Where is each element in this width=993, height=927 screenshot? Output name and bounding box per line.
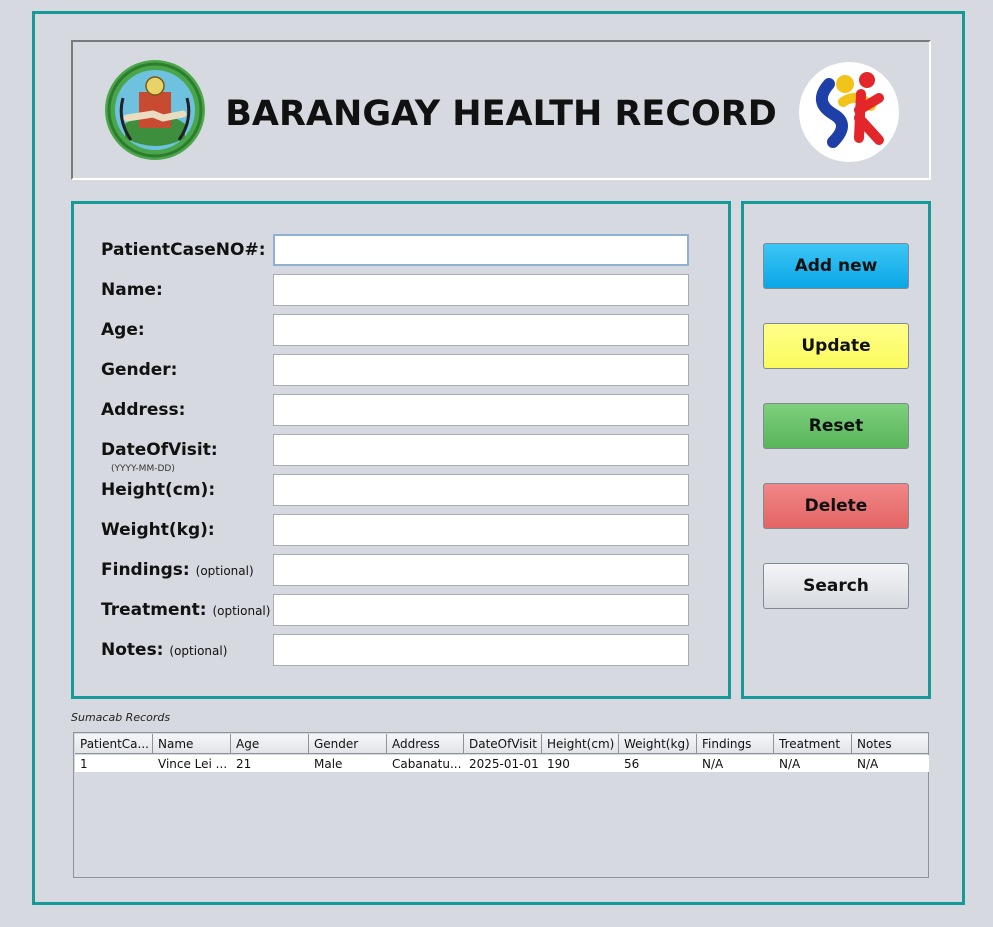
form-row-findings: Findings: (optional): [74, 554, 734, 588]
findings-input[interactable]: [273, 554, 689, 586]
table-cell: 190: [547, 757, 570, 771]
table-cell: 21: [236, 757, 252, 771]
form-row-height: Height(cm):: [74, 474, 734, 508]
form-row-address: Address:: [74, 394, 734, 428]
column-header-notes[interactable]: Notes: [852, 734, 929, 754]
table-header-row: PatientCa... Name Age Gender Address Dat…: [75, 734, 929, 754]
column-header-address[interactable]: Address: [387, 734, 464, 754]
column-header-height[interactable]: Height(cm): [542, 734, 619, 754]
table-cell: N/A: [779, 757, 801, 771]
treatment-label: Treatment: (optional): [101, 600, 271, 620]
address-label: Address:: [101, 400, 186, 420]
action-button-panel: Add new Update Reset Delete Search: [741, 201, 931, 699]
table-cell: Male: [314, 757, 343, 771]
patient-case-no-label: PatientCaseNO#:: [101, 240, 266, 260]
notes-label: Notes: (optional): [101, 640, 228, 660]
name-input[interactable]: [273, 274, 689, 306]
form-row-treatment: Treatment: (optional): [74, 594, 734, 628]
records-table: PatientCa... Name Age Gender Address Dat…: [73, 732, 929, 878]
address-input[interactable]: [273, 394, 689, 426]
delete-button[interactable]: Delete: [763, 483, 909, 529]
findings-label: Findings: (optional): [101, 560, 254, 580]
column-header-findings[interactable]: Findings: [697, 734, 774, 754]
table-cell: 56: [624, 757, 640, 771]
column-header-name[interactable]: Name: [153, 734, 231, 754]
treatment-input[interactable]: [273, 594, 689, 626]
form-row-name: Name:: [74, 274, 734, 308]
table-row[interactable]: 1 Vince Lei ... 21 Male Cabanatu... 2025…: [75, 755, 929, 772]
add-new-button[interactable]: Add new: [763, 243, 909, 289]
table-cell: 2025-01-01: [469, 757, 539, 771]
column-header-gender[interactable]: Gender: [309, 734, 387, 754]
weight-input[interactable]: [273, 514, 689, 546]
date-of-visit-input[interactable]: [273, 434, 689, 466]
column-header-treatment[interactable]: Treatment: [774, 734, 852, 754]
column-header-date-of-visit[interactable]: DateOfVisit: [464, 734, 542, 754]
form-row-date-of-visit: DateOfVisit:: [74, 434, 734, 468]
column-header-patient-case-no[interactable]: PatientCa...: [75, 734, 153, 754]
date-of-visit-label: DateOfVisit:: [101, 440, 218, 460]
age-label: Age:: [101, 320, 145, 340]
table-cell: N/A: [857, 757, 879, 771]
gender-label: Gender:: [101, 360, 178, 380]
form-row-gender: Gender:: [74, 354, 734, 388]
table-cell: 1: [80, 757, 88, 771]
header-panel: BARANGAY HEALTH RECORD: [71, 40, 931, 180]
height-input[interactable]: [273, 474, 689, 506]
sk-logo: [799, 62, 899, 162]
table-cell: Vince Lei ...: [158, 757, 228, 771]
form-row-patient-case-no: PatientCaseNO#:: [74, 234, 734, 268]
notes-input[interactable]: [273, 634, 689, 666]
reset-button[interactable]: Reset: [763, 403, 909, 449]
column-header-weight[interactable]: Weight(kg): [619, 734, 697, 754]
column-header-age[interactable]: Age: [231, 734, 309, 754]
age-input[interactable]: [273, 314, 689, 346]
name-label: Name:: [101, 280, 163, 300]
records-title: Sumacab Records: [71, 711, 171, 724]
table-cell: Cabanatu...: [392, 757, 462, 771]
form-row-age: Age:: [74, 314, 734, 348]
form-row-notes: Notes: (optional): [74, 634, 734, 668]
patient-form-panel: PatientCaseNO#: Name: Age: Gender: Addre…: [71, 201, 731, 699]
gender-input[interactable]: [273, 354, 689, 386]
form-row-weight: Weight(kg):: [74, 514, 734, 548]
patient-case-no-input[interactable]: [273, 234, 689, 266]
update-button[interactable]: Update: [763, 323, 909, 369]
table-cell: N/A: [702, 757, 724, 771]
weight-label: Weight(kg):: [101, 520, 215, 540]
search-button[interactable]: Search: [763, 563, 909, 609]
date-format-hint: (YYYY-MM-DD): [111, 464, 175, 474]
height-label: Height(cm):: [101, 480, 216, 500]
